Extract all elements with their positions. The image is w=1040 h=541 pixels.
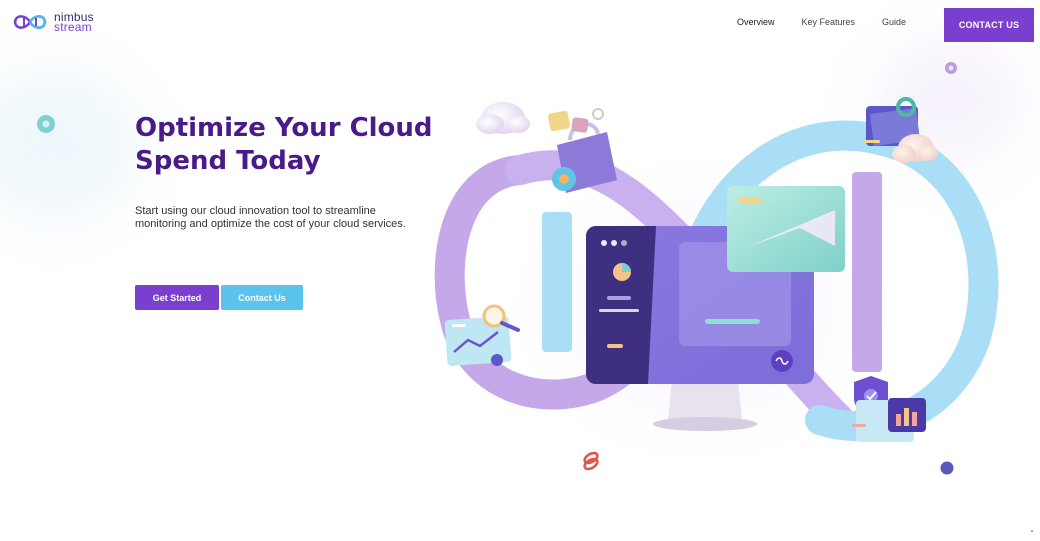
letter-bar-purple (852, 172, 882, 372)
cloud-icon-top (476, 102, 530, 134)
letter-bar-blue (542, 212, 572, 352)
hero-subtext-line2: monitoring and optimize the cost of your… (135, 218, 406, 230)
hero-subtext-line1: Start using our cloud innovation tool to… (135, 205, 376, 217)
contact-us-button[interactable]: Contact Us (221, 285, 303, 310)
decor-spiral (583, 451, 599, 471)
hero-headline-line1: Optimize Your Cloud (135, 113, 433, 143)
monitor-base (653, 417, 757, 431)
corner-dot (1031, 530, 1033, 532)
hero-headline-line2: Spend Today (135, 146, 321, 176)
hero-illustration (37, 62, 999, 480)
decor-ball-bottom-right (940, 461, 954, 475)
hero-headline: Optimize Your Cloud Spend Today (135, 112, 465, 178)
monitor-sidebar (586, 226, 656, 384)
landing-page: nimbus stream Overview Key Features Guid… (0, 0, 1040, 541)
hero-subtext: Start using our cloud innovation tool to… (135, 205, 455, 231)
bar-chart-card (852, 398, 926, 442)
monitor-stand (668, 380, 742, 420)
get-started-button[interactable]: Get Started (135, 285, 219, 310)
